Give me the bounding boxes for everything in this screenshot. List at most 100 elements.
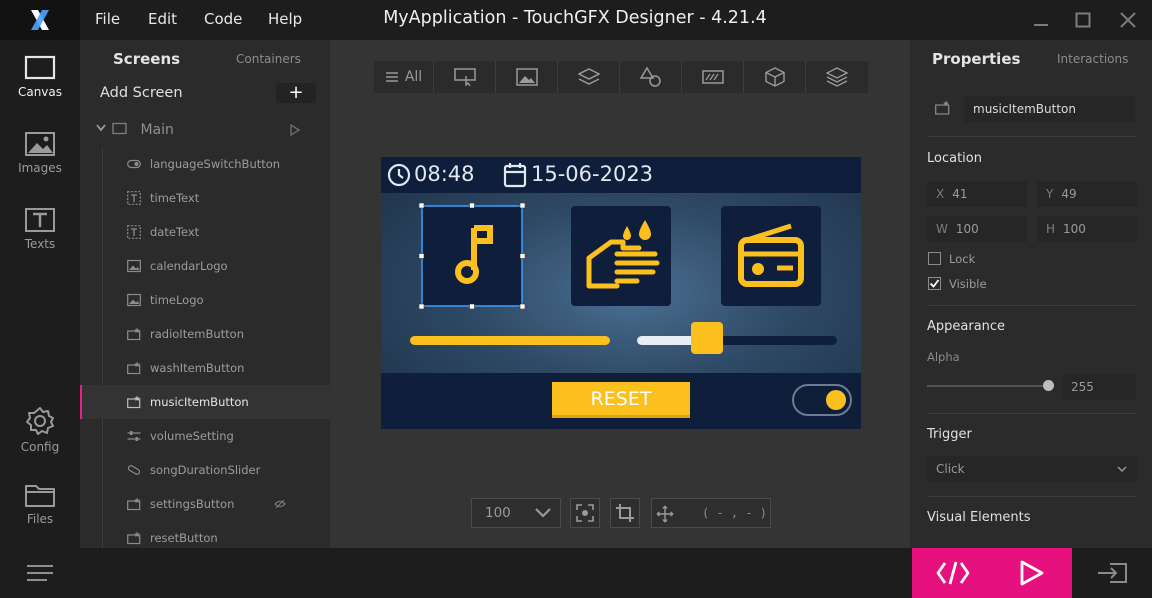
tree-node[interactable]: washItemButton	[80, 351, 330, 385]
tab-interactions[interactable]: Interactions	[1057, 52, 1128, 66]
texts-icon	[25, 208, 55, 232]
filter-shapes[interactable]	[620, 61, 682, 93]
hidden-eye-icon[interactable]	[274, 498, 286, 510]
tree-node[interactable]: dateText	[80, 215, 330, 249]
rail-files[interactable]: Files	[0, 482, 80, 526]
button-icon	[935, 100, 950, 115]
tree-node[interactable]: volumeSetting	[80, 419, 330, 453]
filter-containers[interactable]	[558, 61, 620, 93]
tab-properties[interactable]: Properties	[932, 50, 1020, 68]
w-value: 100	[955, 222, 979, 236]
filter-images[interactable]	[496, 61, 558, 93]
image-icon	[127, 259, 141, 273]
chevron-down-icon	[535, 508, 551, 518]
filter-all-button[interactable]: All	[374, 61, 434, 93]
tree-node-label: dateText	[150, 225, 200, 239]
tree-node[interactable]: calendarLogo	[80, 249, 330, 283]
alpha-slider-knob[interactable]	[1043, 380, 1054, 391]
tree-node-label: songDurationSlider	[150, 463, 261, 477]
h-field[interactable]: H 100	[1037, 216, 1137, 242]
tree-node[interactable]: radioItemButton	[80, 317, 330, 351]
tree-node[interactable]: timeText	[80, 181, 330, 215]
move-icon	[656, 505, 674, 523]
alpha-value-field[interactable]: 255	[1062, 374, 1136, 400]
add-screen-button[interactable]: +	[276, 83, 316, 103]
time-text: 08:48	[414, 162, 475, 186]
tree-node[interactable]: languageSwitchButton	[80, 147, 330, 181]
minimize-button[interactable]	[1031, 10, 1051, 30]
volume-slider[interactable]	[637, 322, 837, 354]
maximize-icon	[1075, 12, 1091, 28]
properties-panel: Properties Interactions musicItemButton …	[910, 40, 1152, 548]
hamburger-menu-icon[interactable]	[26, 563, 54, 583]
button-icon	[127, 361, 141, 375]
zoom-value: 100	[485, 505, 511, 521]
rail-texts[interactable]: Texts	[0, 207, 80, 251]
run-simulator-button[interactable]	[1019, 560, 1045, 586]
crop-icon	[616, 504, 634, 522]
crop-button[interactable]	[610, 498, 640, 528]
canvas-icon	[24, 55, 56, 80]
run-panel	[912, 548, 1072, 598]
fit-screen-button[interactable]	[570, 498, 600, 528]
menu-help[interactable]: Help	[268, 10, 302, 28]
filter-progress[interactable]	[682, 61, 744, 93]
w-field[interactable]: W 100	[927, 216, 1027, 242]
y-field[interactable]: Y 49	[1037, 181, 1137, 207]
widget-name-field[interactable]: musicItemButton	[964, 96, 1135, 122]
progress-filter-icon	[701, 70, 724, 84]
reset-button[interactable]: RESET	[552, 382, 690, 418]
focus-icon	[576, 504, 594, 522]
text-icon	[127, 225, 141, 239]
rail-config-label: Config	[20, 440, 60, 454]
sign-in-icon[interactable]	[1096, 562, 1128, 584]
filter-buttons[interactable]	[434, 61, 496, 93]
trigger-value: Click	[936, 462, 965, 476]
maximize-button[interactable]	[1073, 10, 1093, 30]
filter-3d[interactable]	[744, 61, 806, 93]
tree-node-selected[interactable]: musicItemButton	[80, 385, 330, 419]
tree-node[interactable]: timeLogo	[80, 283, 330, 317]
app-logo	[0, 0, 80, 40]
calendar-icon	[503, 163, 527, 188]
h-value: 100	[1063, 222, 1086, 236]
menu-code[interactable]: Code	[204, 10, 242, 28]
tree-panel: Screens Containers Add Screen + Main lan…	[80, 40, 330, 548]
zoom-select[interactable]: 100	[471, 498, 561, 528]
window-title: MyApplication - TouchGFX Designer - 4.21…	[383, 8, 767, 28]
separator	[927, 413, 1137, 414]
toggle-knob	[826, 390, 846, 410]
tab-containers[interactable]: Containers	[236, 52, 301, 66]
visible-checkbox[interactable]	[928, 277, 941, 290]
x-field[interactable]: X 41	[927, 181, 1027, 207]
rail-config[interactable]: Config	[0, 406, 80, 454]
minimize-icon	[1034, 24, 1048, 26]
h-key: H	[1046, 222, 1056, 236]
tree-node-label: musicItemButton	[150, 395, 249, 409]
alpha-slider[interactable]	[927, 380, 1054, 391]
generate-code-button[interactable]	[936, 560, 970, 586]
lock-checkbox[interactable]	[928, 252, 941, 265]
trigger-select[interactable]: Click	[927, 456, 1137, 482]
tree-node[interactable]: settingsButton	[80, 487, 330, 521]
volume-knob[interactable]	[691, 322, 723, 354]
menu-file[interactable]: File	[95, 10, 120, 28]
appearance-title: Appearance	[927, 319, 1006, 334]
left-rail	[0, 40, 80, 548]
menu-edit[interactable]: Edit	[148, 10, 177, 28]
filter-layers[interactable]	[806, 61, 868, 93]
tree-node[interactable]: songDurationSlider	[80, 453, 330, 487]
language-switch-button[interactable]	[792, 384, 852, 416]
play-screen-icon[interactable]	[289, 124, 301, 136]
radio-item-button[interactable]	[721, 206, 821, 306]
wash-item-button[interactable]	[571, 206, 671, 306]
coordinates-readout: ( - , - )	[651, 498, 771, 528]
add-screen-label: Add Screen	[100, 85, 183, 101]
screen-main-row[interactable]: Main	[96, 122, 174, 138]
rail-canvas[interactable]: Canvas	[0, 55, 80, 99]
rail-images[interactable]: Images	[0, 131, 80, 175]
text-icon	[127, 191, 141, 205]
close-button[interactable]	[1118, 10, 1138, 30]
tab-screens[interactable]: Screens	[113, 50, 180, 68]
device-bottom-bar: RESET	[381, 373, 861, 429]
